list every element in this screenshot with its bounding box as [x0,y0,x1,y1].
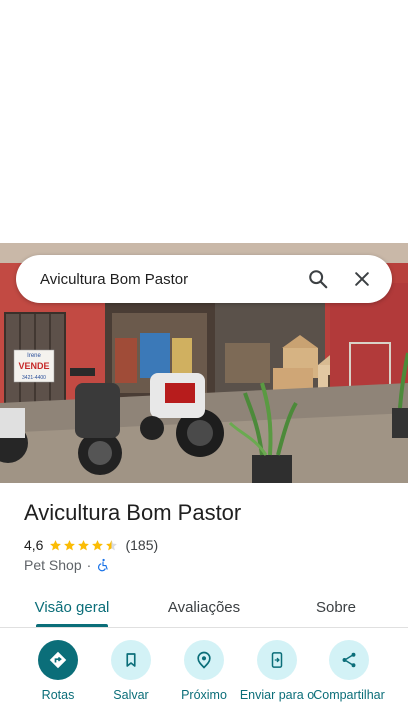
action-buttons: Rotas Salvar Próximo Enviar para o Compa… [0,640,408,726]
save-button[interactable]: Salvar [91,640,171,703]
share-button-circle[interactable] [329,640,369,680]
close-button[interactable] [342,259,382,299]
nearby-label: Próximo [181,688,227,702]
nearby-icon [197,651,211,669]
share-icon [342,652,356,668]
save-button-circle[interactable] [111,640,151,680]
star-icon [78,539,90,550]
nearby-button-circle[interactable] [184,640,224,680]
active-tab-indicator [36,624,108,627]
tab-avaliacoes[interactable]: Avaliações [154,586,254,628]
rating-value: 4,6 [24,537,44,553]
close-icon [355,272,369,286]
search-input[interactable]: Avicultura Bom Pastor [40,271,294,288]
sign-line-3: 3421-4400 [22,375,46,381]
send-to-phone-button-circle[interactable] [257,640,297,680]
tab-sobre[interactable]: Sobre [286,586,386,628]
star-rating [49,539,119,552]
star-icon [64,539,76,550]
review-count: (185) [125,537,159,553]
rating-row[interactable]: 4,6 (185) [24,535,158,555]
share-label: Compartilhar [313,688,385,702]
bookmark-icon [126,653,136,667]
separator-dot: · [86,557,92,573]
place-title: Avicultura Bom Pastor [24,500,242,525]
send-to-phone-label: Enviar para o [239,688,315,702]
save-label: Salvar [113,688,149,702]
wheelchair-icon [98,558,108,572]
directions-button[interactable]: Rotas [18,640,98,703]
directions-icon [49,651,67,669]
star-icon [50,539,62,550]
nearby-button[interactable]: Próximo [164,640,244,703]
place-tabs: Visão geral Avaliações Sobre [0,586,408,628]
search-button[interactable] [298,259,338,299]
search-bar[interactable]: Avicultura Bom Pastor [16,255,392,303]
map-blank-area [0,0,408,243]
send-to-phone-button[interactable]: Enviar para o [237,640,317,703]
category-label: Pet Shop [24,557,82,573]
share-button[interactable]: Compartilhar [309,640,389,703]
tab-visao-geral[interactable]: Visão geral [22,586,122,628]
directions-button-circle[interactable] [38,640,78,680]
category-row: Pet Shop · [24,555,110,575]
sign-line-1: Irene [27,353,41,359]
sign-line-2: VENDE [18,361,49,371]
search-icon [309,270,328,289]
directions-label: Rotas [41,688,75,702]
star-icon [106,539,118,550]
star-icon [92,539,104,550]
send-to-phone-icon [271,652,283,668]
